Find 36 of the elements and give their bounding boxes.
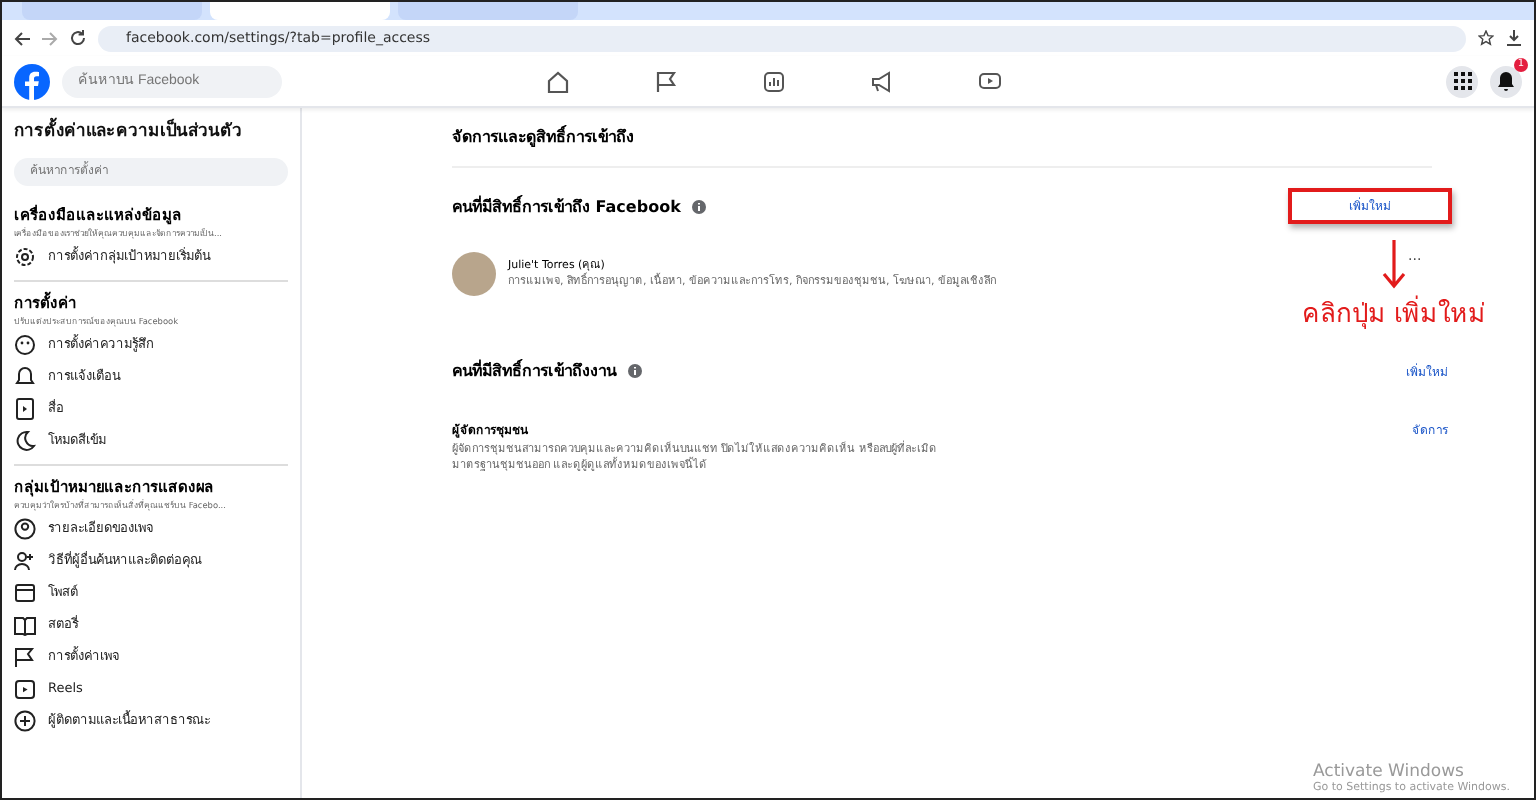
sidebar-title: การตั้งค่าและความเป็นส่วนตัว xyxy=(14,116,288,144)
gear-icon xyxy=(14,245,36,267)
flag-icon[interactable] xyxy=(654,69,678,93)
face-icon xyxy=(14,333,36,355)
post-icon xyxy=(14,581,36,603)
info-icon[interactable] xyxy=(692,199,707,213)
menu-button[interactable] xyxy=(1446,65,1478,97)
home-icon[interactable] xyxy=(546,69,570,93)
reel-icon xyxy=(14,677,36,699)
people-icon xyxy=(14,549,36,571)
annotation-text: คลิกปุ่ม เพิ่มใหม่ xyxy=(1301,292,1487,334)
download-icon[interactable] xyxy=(1506,30,1522,46)
bell-icon xyxy=(14,365,36,387)
logo-icon[interactable] xyxy=(14,63,50,99)
annotation-arrow xyxy=(1380,240,1408,292)
section-heading: คนที่มีสิทธิ์การเข้าถึง Facebook xyxy=(452,193,681,219)
flag-icon xyxy=(14,645,36,667)
avatar xyxy=(452,252,496,296)
section-heading: คนที่มีสิทธิ์การเข้าถึงงาน xyxy=(452,358,616,384)
reload-icon[interactable] xyxy=(70,30,86,46)
book-icon xyxy=(14,613,36,635)
chart-icon[interactable] xyxy=(762,69,786,93)
activation-notice-title: Activate Windows xyxy=(1312,762,1464,782)
video-icon[interactable] xyxy=(978,69,1002,93)
person-icon xyxy=(14,517,36,539)
page-title: จัดการและดูสิทธิ์การเข้าถึง xyxy=(452,116,1432,168)
grid-icon[interactable] xyxy=(1453,72,1471,90)
star-icon[interactable] xyxy=(1478,30,1494,46)
moon-icon xyxy=(14,429,36,451)
info-icon[interactable] xyxy=(628,364,642,378)
plus-icon xyxy=(14,709,36,731)
megaphone-icon[interactable] xyxy=(870,69,894,93)
notifications-button[interactable] xyxy=(1490,65,1522,97)
back-icon[interactable] xyxy=(14,31,30,45)
media-icon xyxy=(14,397,36,419)
bell-icon[interactable] xyxy=(1496,70,1516,92)
